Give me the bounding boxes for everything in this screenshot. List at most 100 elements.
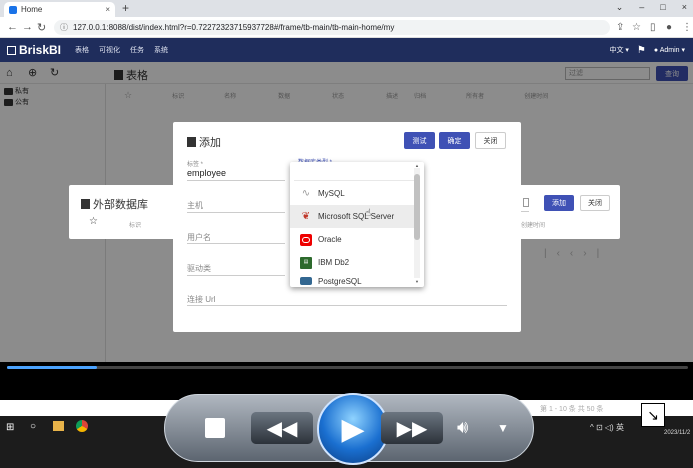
browser-tab[interactable]: Home × (4, 2, 115, 17)
search-icon[interactable]: ○ (30, 421, 36, 432)
option-db2[interactable]: ▤ IBM Db2 (290, 251, 416, 274)
db-type-dropdown[interactable]: ∿ MySQL ❦ Microsoft SQL Server Oracle ▤ … (290, 162, 424, 287)
option-postgresql[interactable]: PostgreSQL (290, 274, 416, 287)
language-label: 中文 (609, 47, 624, 54)
table-icon (187, 137, 196, 147)
driver-input[interactable] (187, 275, 285, 276)
option-mysql[interactable]: ∿ MySQL (290, 182, 416, 205)
theme-icon[interactable]: ⚑ (637, 45, 646, 56)
add-dialog-title: 添加 (187, 134, 221, 150)
volume-dropdown-icon[interactable]: ▼ (497, 421, 509, 435)
user-name: Admin (659, 47, 680, 54)
fast-forward-button[interactable]: ▶▶ (381, 412, 443, 444)
external-db-title-text: 外部数据库 (93, 199, 148, 211)
chrome-icon[interactable] (76, 420, 88, 432)
windows-start-icon[interactable]: ⊞ (6, 422, 14, 433)
postgresql-icon (300, 277, 312, 285)
option-label: Oracle (318, 235, 342, 244)
driver-label: 驱动类 (187, 264, 211, 273)
external-db-title: 外部数据库 (81, 196, 148, 212)
progress-fill (7, 366, 97, 369)
option-sqlserver[interactable]: ❦ Microsoft SQL Server (290, 205, 416, 228)
col-created: 创建时间 (521, 223, 546, 229)
add-dialog-title-text: 添加 (199, 137, 221, 149)
logo-icon (7, 45, 16, 55)
close-tab-icon[interactable]: × (105, 5, 110, 14)
forward-arrow-icon[interactable]: → (22, 21, 33, 33)
pagination-text: 第 1 - 10 条 共 50 条 (540, 406, 604, 413)
url-text: 127.0.0.1:8088/dist/index.html?r=0.72272… (73, 23, 395, 32)
logo-text: BriskBI (19, 43, 62, 57)
favicon-icon (9, 5, 17, 14)
scrollbar-thumb[interactable] (414, 174, 420, 240)
id-underline (187, 180, 285, 181)
browser-menu-icon[interactable]: ⋮ (682, 22, 692, 33)
window-controls: ⌄ – □ × (616, 2, 687, 13)
col-id: 标识 (129, 223, 142, 229)
back-arrow-icon[interactable]: ← (7, 21, 18, 33)
db2-icon: ▤ (300, 256, 312, 269)
close-window-button[interactable]: × (682, 2, 687, 13)
stop-button[interactable] (205, 418, 225, 438)
maximize-button[interactable]: □ (660, 2, 665, 13)
tray-icons[interactable]: ^ ⊡ ◁) 英 (590, 422, 624, 433)
app-logo[interactable]: BriskBI (7, 43, 61, 57)
user-menu[interactable]: ● Admin ▾ (654, 46, 685, 54)
new-tab-button[interactable]: + (122, 1, 129, 15)
scroll-down-icon[interactable]: ▼ (415, 279, 419, 284)
id-input[interactable]: employee (187, 168, 226, 178)
pagination-arrows[interactable]: |‹‹›| (544, 248, 609, 259)
share-icon[interactable]: ⇪ (616, 22, 624, 33)
checkbox[interactable] (523, 198, 529, 207)
volume-icon[interactable]: 🔊︎ (457, 417, 468, 438)
play-button[interactable]: ▶ (317, 393, 389, 465)
url-field[interactable]: ⓘ 127.0.0.1:8088/dist/index.html?r=0.722… (54, 20, 610, 35)
close-button[interactable]: 关闭 (580, 195, 610, 211)
dropdown-scrollbar[interactable] (414, 168, 420, 278)
option-label: MySQL (318, 189, 345, 198)
username-label: 用户名 (187, 233, 211, 242)
option-label: IBM Db2 (318, 258, 350, 267)
media-player-controls: ◀◀ ▶ ▶▶ 🔊︎ ▼ (164, 393, 534, 465)
mysql-icon: ∿ (301, 188, 311, 199)
menu-tasks[interactable]: 任务 (130, 45, 144, 55)
star-icon[interactable]: ☆ (89, 216, 98, 227)
file-explorer-icon[interactable] (53, 421, 64, 431)
side-panel-icon[interactable]: ▯ (650, 22, 656, 33)
url-input[interactable] (187, 305, 507, 306)
id-label: 标签 * (187, 162, 204, 168)
table-icon (81, 199, 90, 209)
url-label: 连接 Url (187, 295, 216, 304)
rewind-button[interactable]: ◀◀ (251, 412, 313, 444)
close-button[interactable]: 关闭 (475, 132, 506, 149)
bookmark-star-icon[interactable]: ☆ (632, 22, 641, 33)
ime-indicator: 英 (615, 423, 624, 432)
tab-search-icon[interactable]: ⌄ (616, 2, 624, 13)
host-input[interactable] (187, 212, 285, 213)
add-button[interactable]: 添加 (544, 195, 574, 211)
host-label: 主机 (187, 201, 203, 210)
sqlserver-icon: ❦ (301, 211, 311, 222)
profile-icon[interactable]: ● (666, 22, 672, 33)
progress-track[interactable] (7, 366, 688, 369)
fullscreen-exit-icon[interactable]: ↘ (641, 403, 665, 427)
info-icon: ⓘ (60, 23, 68, 32)
header-right: 中文 ▾ ⚑ ● Admin ▾ (609, 45, 685, 56)
tab-title: Home (21, 5, 43, 14)
reload-icon[interactable]: ↻ (37, 21, 46, 34)
confirm-button[interactable]: 确定 (439, 132, 470, 149)
language-select[interactable]: 中文 ▾ (609, 45, 628, 55)
option-label: Microsoft SQL Server (318, 212, 395, 221)
menu-visualization[interactable]: 可视化 (99, 45, 120, 55)
test-button[interactable]: 测试 (404, 132, 435, 149)
divider (294, 180, 420, 181)
minimize-button[interactable]: – (639, 2, 644, 13)
mouse-cursor-icon: ☝ (365, 208, 372, 219)
username-input[interactable] (187, 243, 285, 244)
menu-system[interactable]: 系统 (154, 45, 168, 55)
oracle-icon (300, 233, 312, 246)
app-header: BriskBI 表格 可视化 任务 系统 中文 ▾ ⚑ ● Admin ▾ (0, 38, 693, 62)
scroll-up-icon[interactable]: ▲ (415, 163, 419, 168)
menu-tables[interactable]: 表格 (75, 45, 89, 55)
option-oracle[interactable]: Oracle (290, 228, 416, 251)
